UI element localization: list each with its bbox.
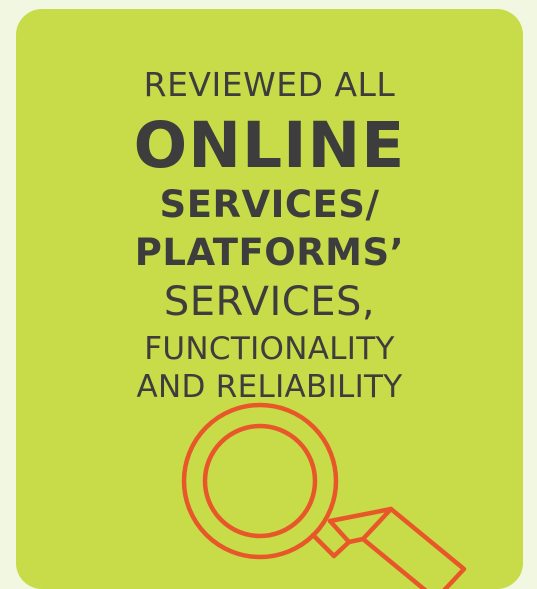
magnifying-glass-icon [181,402,467,589]
info-card: REVIEWED ALL ONLINE SERVICES/ PLATFORMS’… [16,9,523,589]
